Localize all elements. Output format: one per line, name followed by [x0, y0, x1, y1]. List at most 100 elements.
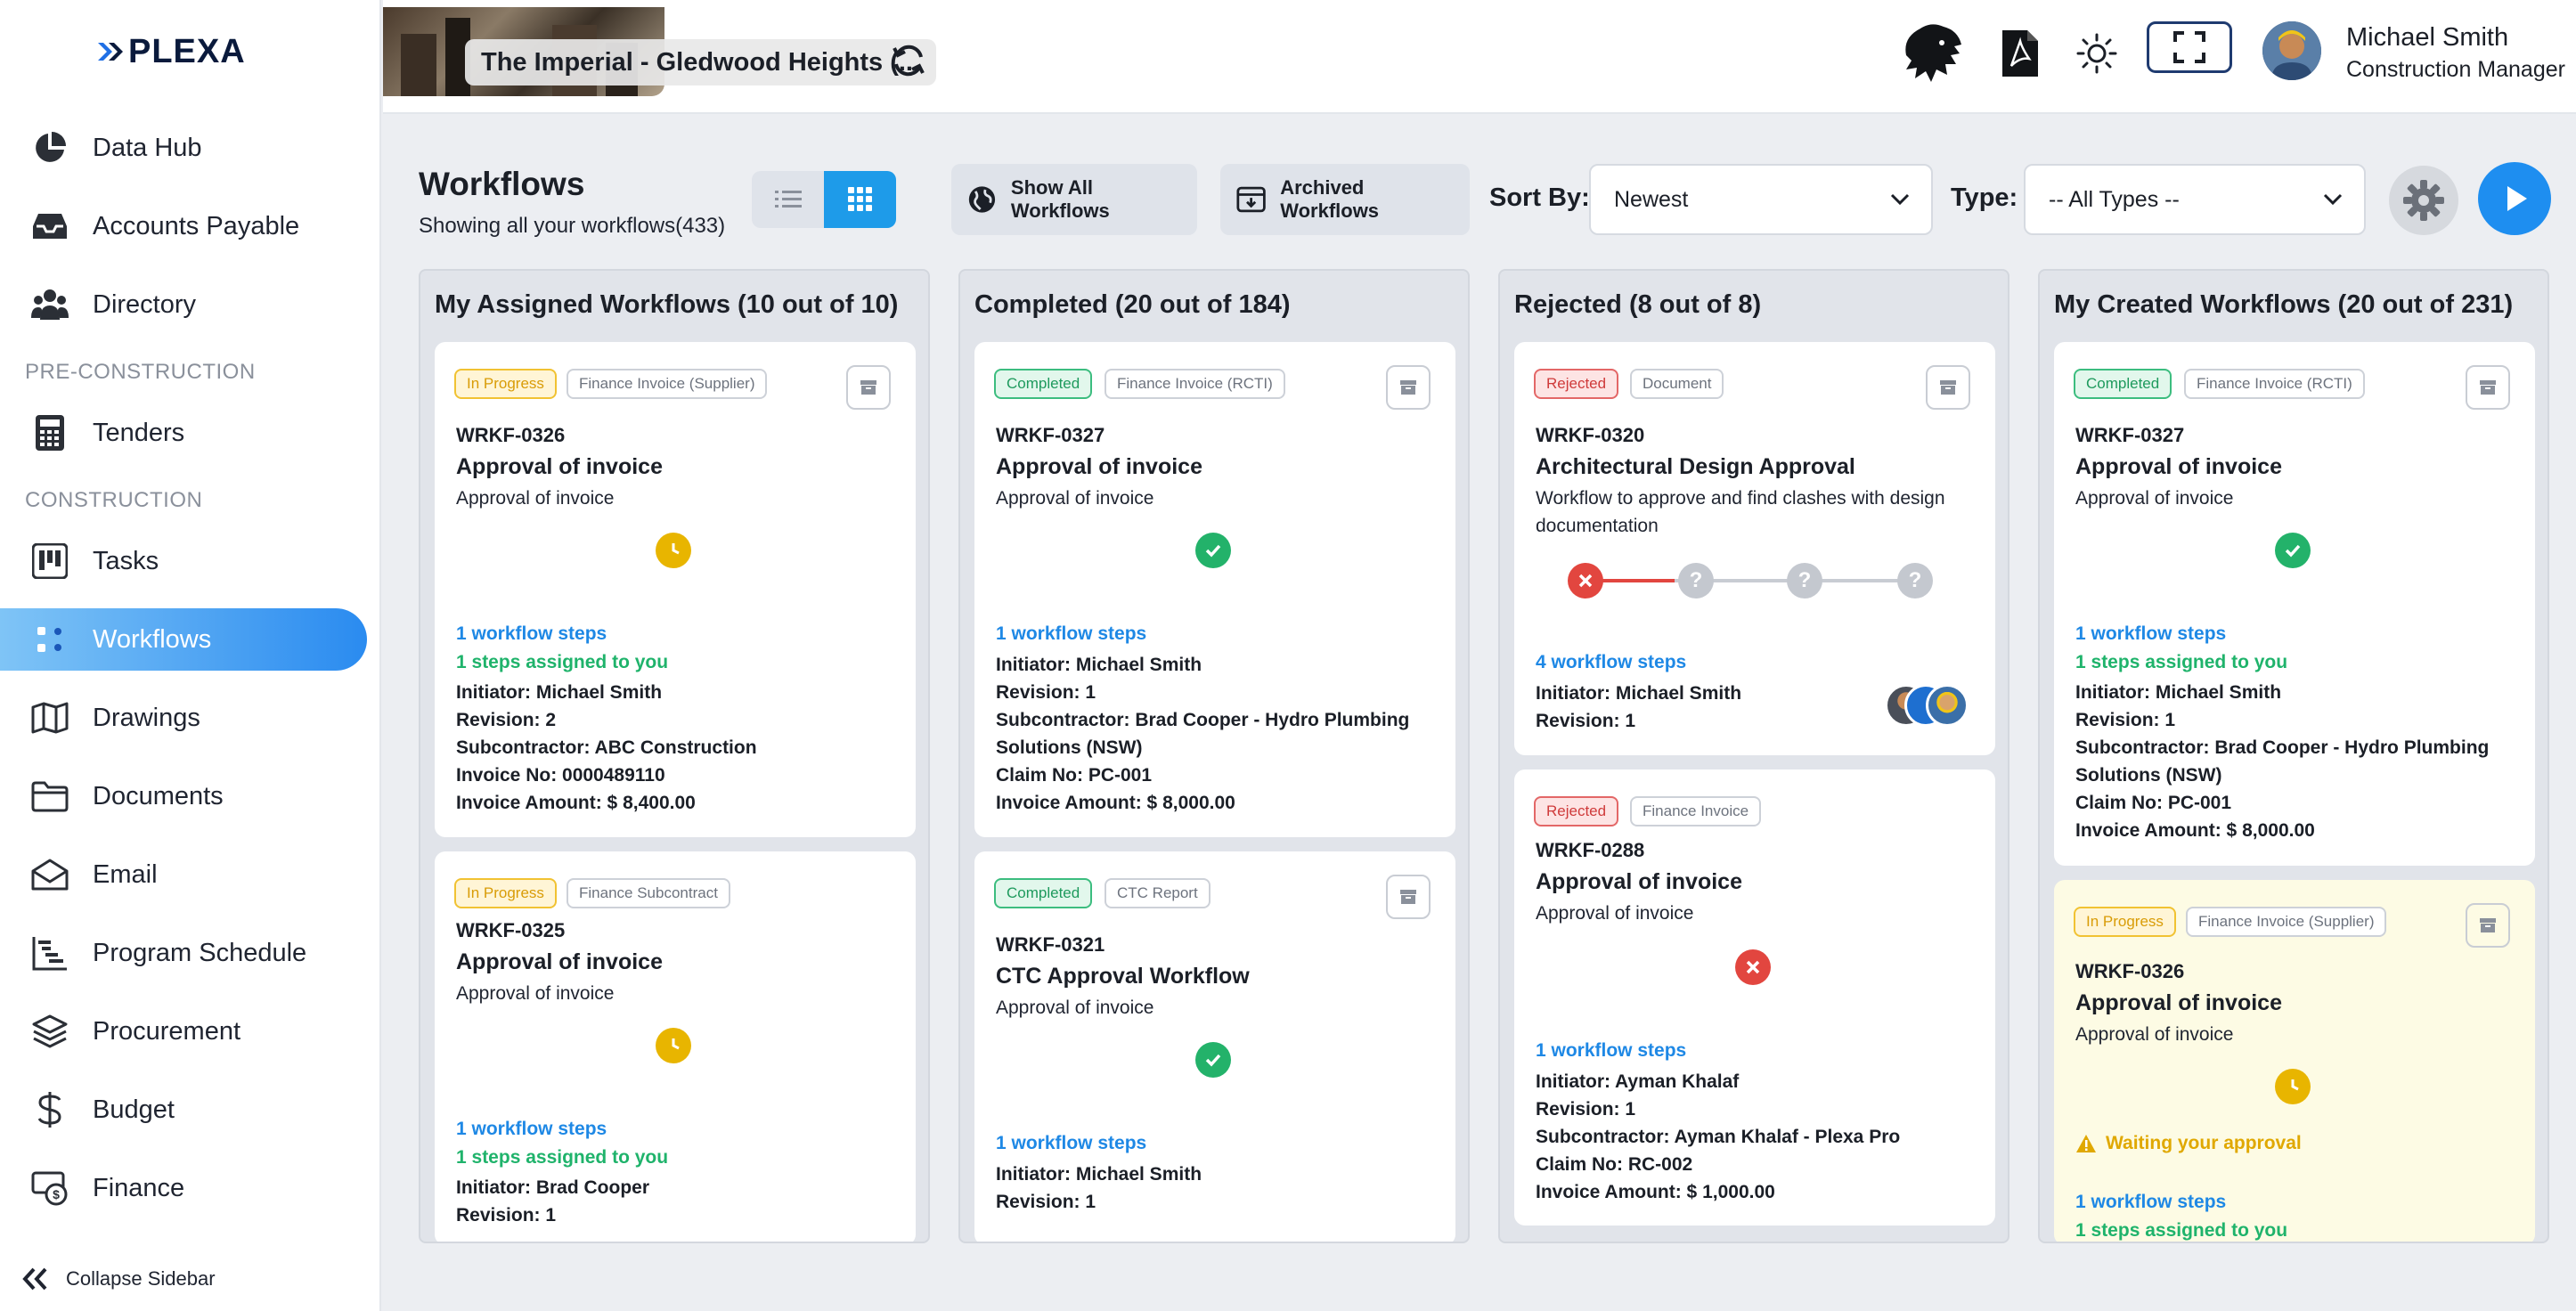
- workflow-id: WRKF-0326: [456, 424, 566, 446]
- revision: Revision: 2: [456, 710, 557, 730]
- user-role: Construction Manager: [2346, 57, 2565, 82]
- subcontractor: Subcontractor: Brad Cooper - Hydro Plumb…: [2075, 737, 2490, 786]
- assignee-avatars[interactable]: [1885, 684, 1974, 729]
- archived-workflows-label: Archived Workflows: [1280, 176, 1380, 222]
- refresh-icon[interactable]: [889, 41, 928, 80]
- list-view-button[interactable]: [752, 171, 824, 228]
- sidebar-item-documents[interactable]: Documents: [0, 765, 367, 827]
- globe-icon: [968, 186, 996, 213]
- sidebar-item-tasks[interactable]: Tasks: [0, 530, 367, 592]
- show-all-workflows-button[interactable]: Show All Workflows: [951, 164, 1197, 235]
- workflow-card[interactable]: In Progress Finance Invoice (Supplier) W…: [435, 342, 916, 837]
- workflow-card[interactable]: Completed CTC Report WRKF-0321 CTC Appro…: [974, 851, 1455, 1242]
- start-workflow-button[interactable]: [2478, 162, 2551, 235]
- grid-view-button[interactable]: [824, 171, 896, 228]
- sidebar-item-budget[interactable]: Budget: [0, 1079, 367, 1141]
- subcontractor: Subcontractor: Ayman Khalaf - Plexa Pro: [1536, 1127, 1901, 1147]
- page-subtitle: Showing all your workflows(433): [419, 214, 726, 238]
- sidebar-item-procurement[interactable]: Procurement: [0, 1000, 367, 1063]
- user-name[interactable]: Michael Smith: [2346, 23, 2508, 53]
- workflow-description: Approval of invoice: [2075, 1024, 2234, 1045]
- workflow-card[interactable]: Completed Finance Invoice (RCTI) WRKF-03…: [2054, 342, 2535, 866]
- avatar[interactable]: [2262, 21, 2321, 80]
- initiator: Initiator: Michael Smith: [2075, 682, 2282, 703]
- archive-icon: [2480, 380, 2496, 395]
- sidebar-item-program-schedule[interactable]: Program Schedule: [0, 922, 367, 984]
- archive-button[interactable]: [1386, 875, 1431, 919]
- workflow-description: Approval of invoice: [1536, 903, 1694, 924]
- initiator: Initiator: Brad Cooper: [456, 1177, 650, 1198]
- brand-name: PLEXA: [128, 32, 246, 70]
- sidebar-item-data-hub[interactable]: Data Hub: [0, 117, 367, 179]
- workflow-steps-link[interactable]: 1 workflow steps: [2075, 1192, 2226, 1213]
- archive-button[interactable]: [846, 365, 891, 410]
- collapse-sidebar-button[interactable]: Collapse Sidebar: [21, 1266, 216, 1291]
- fullscreen-button[interactable]: [2147, 21, 2232, 73]
- type-badge: Finance Invoice (Supplier): [2186, 907, 2387, 937]
- workflow-steps-link[interactable]: 4 workflow steps: [1536, 652, 1686, 673]
- workflow-name: Approval of invoice: [2075, 454, 2282, 479]
- plexa-logo-icon: [98, 43, 123, 61]
- type-select[interactable]: -- All Types --: [2024, 164, 2366, 235]
- sidebar-item-email[interactable]: Email: [0, 843, 367, 906]
- workflow-stepper: ? ? ?: [1568, 561, 1942, 600]
- workflow-description: Approval of invoice: [996, 488, 1154, 509]
- assigned-steps: 1 steps assigned to you: [456, 652, 669, 672]
- gantt-icon: [30, 933, 69, 973]
- page-title: Workflows: [419, 166, 585, 202]
- workflow-id: WRKF-0325: [456, 919, 566, 941]
- sidebar-item-accounts-payable[interactable]: Accounts Payable: [0, 195, 367, 257]
- invoice-amount: Invoice Amount: $ 8,000.00: [2075, 820, 2315, 841]
- sidebar-item-label: Directory: [93, 289, 197, 319]
- invoice-amount: Invoice Amount: $ 1,000.00: [1536, 1182, 1775, 1202]
- sidebar-item-finance[interactable]: $ Finance: [0, 1157, 367, 1219]
- archive-icon: [860, 380, 876, 395]
- invoice-amount: Invoice Amount: $ 8,400.00: [456, 793, 696, 813]
- workflow-steps-link[interactable]: 1 workflow steps: [996, 623, 1146, 645]
- workflow-steps-link[interactable]: 1 workflow steps: [456, 1119, 607, 1140]
- archive-icon: [2480, 918, 2496, 932]
- claim-number: Claim No: PC-001: [2075, 793, 2232, 813]
- workflow-card[interactable]: In Progress Finance Invoice (Supplier) W…: [2054, 880, 2535, 1242]
- column-my-assigned: My Assigned Workflows (10 out of 10) In …: [419, 269, 930, 1243]
- waiting-approval-label: Waiting your approval: [2106, 1133, 2302, 1153]
- project-selector[interactable]: The Imperial - Gledwood Heights (...: [465, 39, 937, 86]
- archive-button[interactable]: [2466, 365, 2510, 410]
- workflow-card[interactable]: Rejected Finance Invoice WRKF-0288 Appro…: [1514, 770, 1995, 1226]
- settings-button[interactable]: [2389, 166, 2458, 235]
- archive-button[interactable]: [1386, 365, 1431, 410]
- type-badge: Finance Subcontract: [567, 878, 730, 908]
- sidebar-item-tenders[interactable]: Tenders: [0, 402, 367, 464]
- workflow-steps-link[interactable]: 1 workflow steps: [2075, 623, 2226, 645]
- sort-by-select[interactable]: Newest: [1589, 164, 1933, 235]
- column-title: Rejected (8 out of 8): [1514, 290, 1762, 319]
- workflow-card[interactable]: Completed Finance Invoice (RCTI) WRKF-03…: [974, 342, 1455, 837]
- archived-workflows-button[interactable]: Archived Workflows: [1220, 164, 1470, 235]
- envelope-icon: [30, 855, 69, 894]
- archive-button[interactable]: [2466, 903, 2510, 948]
- sidebar-item-drawings[interactable]: Drawings: [0, 687, 367, 749]
- workflow-steps-link[interactable]: 1 workflow steps: [996, 1133, 1146, 1154]
- brightness-icon[interactable]: [2061, 18, 2132, 89]
- revision: Revision: 1: [1536, 1099, 1636, 1120]
- assigned-steps: 1 steps assigned to you: [2075, 1220, 2288, 1241]
- archive-icon: [1400, 890, 1416, 904]
- workflow-card[interactable]: In Progress Finance Subcontract WRKF-032…: [435, 851, 916, 1242]
- workflow-steps-link[interactable]: 1 workflow steps: [1536, 1040, 1686, 1062]
- section-heading-construction: CONSTRUCTION: [25, 488, 203, 512]
- sidebar-item-directory[interactable]: Directory: [0, 273, 367, 336]
- sidebar-item-label: Drawings: [93, 703, 200, 732]
- pdf-icon[interactable]: [1985, 18, 2056, 89]
- column-title: My Assigned Workflows (10 out of 10): [435, 290, 899, 319]
- sidebar-item-workflows[interactable]: Workflows: [0, 608, 367, 671]
- plexa-logo[interactable]: PLEXA: [96, 32, 246, 71]
- archive-button[interactable]: [1926, 365, 1970, 410]
- workflow-id: WRKF-0327: [2075, 424, 2185, 446]
- lion-logo-icon[interactable]: [1897, 18, 1969, 89]
- archive-icon: [1400, 380, 1416, 395]
- subcontractor: Subcontractor: Brad Cooper - Hydro Plumb…: [996, 710, 1410, 758]
- clock-icon: [656, 533, 691, 568]
- workflow-steps-link[interactable]: 1 workflow steps: [456, 623, 607, 645]
- column-title: Completed (20 out of 184): [974, 290, 1291, 319]
- workflow-card[interactable]: Rejected Document WRKF-0320 Architectura…: [1514, 342, 1995, 755]
